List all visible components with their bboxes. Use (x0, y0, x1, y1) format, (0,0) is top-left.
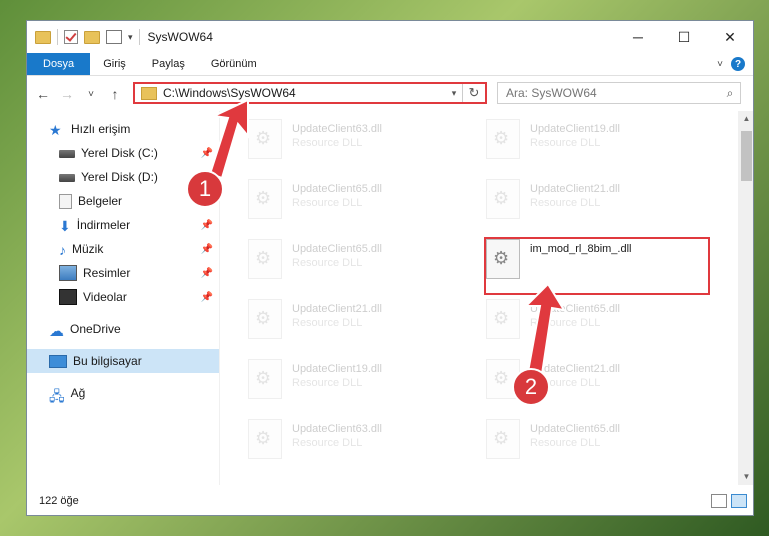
step-2-badge: 2 (512, 368, 550, 406)
annotation-arrows (208, 98, 567, 376)
arrow-2-shape (523, 282, 567, 376)
arrow-1-shape (208, 98, 249, 180)
step-1-badge: 1 (186, 170, 224, 208)
